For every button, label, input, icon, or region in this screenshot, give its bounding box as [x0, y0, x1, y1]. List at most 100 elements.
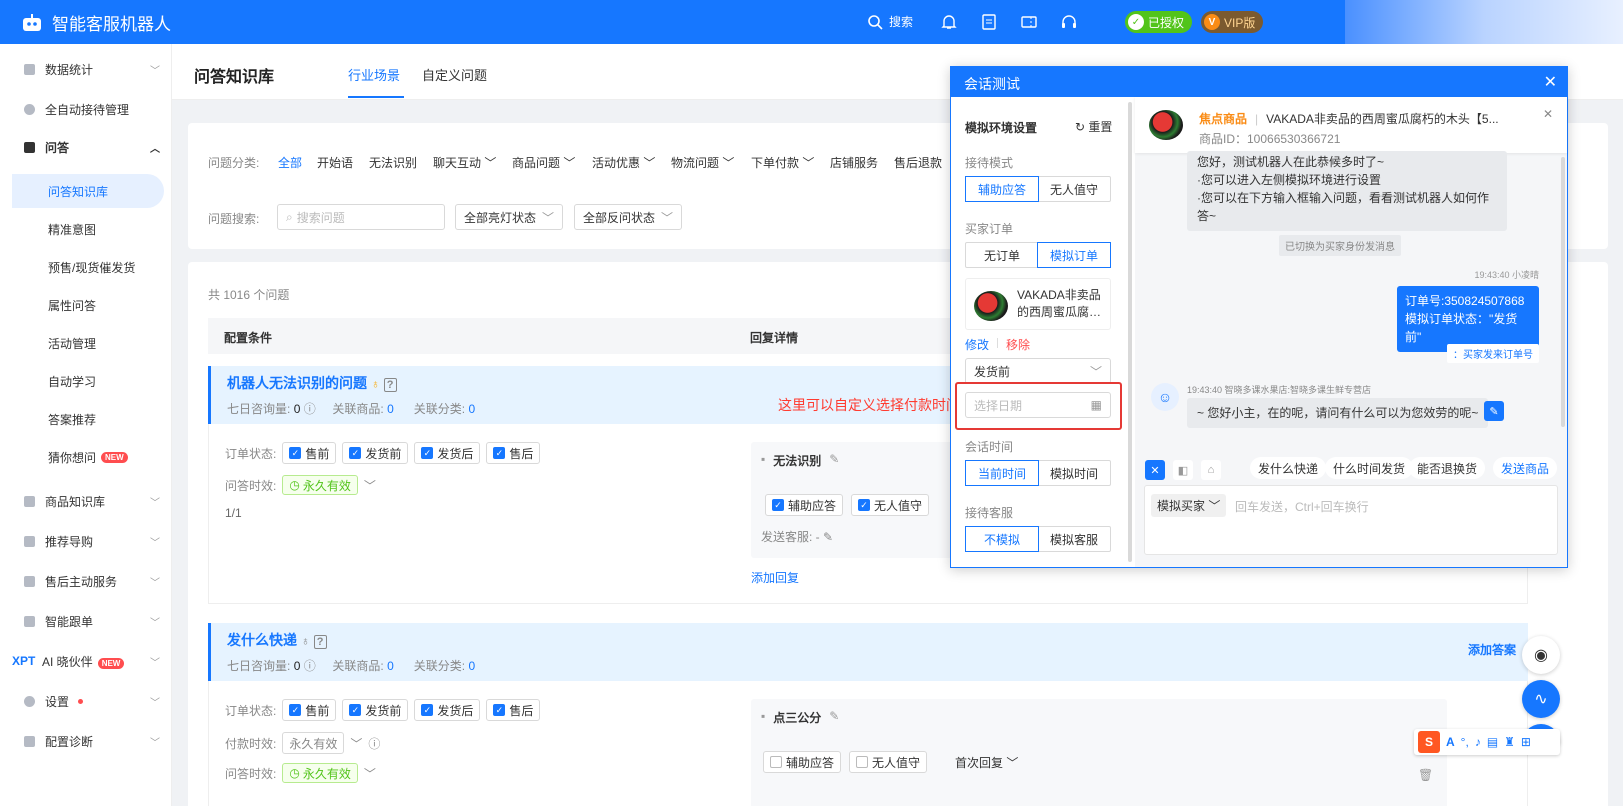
remove-link[interactable]: 移除: [1006, 336, 1030, 353]
quick-question-chip[interactable]: 发什么快递: [1250, 457, 1327, 479]
tip-button[interactable]: ◉: [1522, 636, 1560, 674]
sidebar-item-qa[interactable]: 问答 ︿: [0, 130, 172, 164]
close-icon[interactable]: ✕: [1145, 460, 1165, 480]
modify-link[interactable]: 修改: [965, 336, 989, 353]
status-preship-checkbox[interactable]: ✓ 发货前: [342, 442, 409, 464]
mic-icon[interactable]: ♪: [1475, 735, 1481, 749]
time-simulate[interactable]: 模拟时间: [1038, 461, 1110, 485]
sidebar-sub-qa-kb[interactable]: 问答知识库: [12, 174, 164, 208]
gamepad-icon[interactable]: ⊞: [1521, 735, 1531, 749]
top-search-button[interactable]: 搜索: [867, 13, 913, 30]
pulse-button[interactable]: ∿: [1522, 680, 1560, 718]
document-icon[interactable]: [980, 13, 998, 31]
sidebar-item-aftersale[interactable]: 售后主动服务 ﹀: [0, 564, 172, 598]
assist-checkbox[interactable]: ✓ 辅助应答: [765, 494, 844, 516]
sidebar-item-diagnose[interactable]: 配置诊断 ﹀: [0, 724, 172, 758]
chat-scrollbar[interactable]: [1561, 157, 1565, 427]
send-product-chip[interactable]: 发送商品: [1493, 457, 1558, 479]
service-none[interactable]: 不模拟: [965, 526, 1039, 552]
chat-input[interactable]: 回车发送，Ctrl+回车换行: [1235, 498, 1369, 515]
keyboard-icon[interactable]: ▤: [1487, 735, 1498, 749]
status-shipped-checkbox[interactable]: ✓ 发货后: [414, 442, 481, 464]
category-all[interactable]: 全部: [278, 154, 302, 171]
category-refund[interactable]: 售后退款: [894, 154, 942, 171]
status-presale-checkbox[interactable]: ✓ 售前: [282, 699, 337, 721]
bell-icon[interactable]: [940, 13, 958, 31]
sidebar-sub-intent[interactable]: 精准意图: [12, 212, 164, 246]
sidebar-item-guide[interactable]: 推荐导购 ﹀: [0, 524, 172, 558]
time-current[interactable]: 当前时间: [965, 460, 1039, 486]
qa-title[interactable]: 机器人无法识别的问题 ♁ ?: [227, 373, 397, 393]
status-aftersale-checkbox[interactable]: ✓ 售后: [486, 442, 541, 464]
mode-assist[interactable]: 辅助应答: [965, 176, 1039, 202]
chevron-down-icon[interactable]: ﹀: [364, 477, 376, 494]
headset-icon[interactable]: [1060, 13, 1078, 31]
category-store[interactable]: 店铺服务: [830, 154, 878, 171]
light-status-select[interactable]: 全部亮灯状态 ﹀: [455, 204, 563, 230]
sidebar-item-goods-kb[interactable]: 商品知识库 ﹀: [0, 484, 172, 518]
buyer-select[interactable]: 模拟买家 ﹀: [1151, 494, 1227, 517]
sidebar-sub-attr[interactable]: 属性问答: [12, 288, 164, 322]
category-payment[interactable]: 下单付款 ﹀: [751, 154, 814, 171]
quick-question-chip[interactable]: 能否退换货: [1409, 457, 1486, 479]
user-area[interactable]: [1345, 0, 1623, 44]
sidebar-item-stats[interactable]: 数据统计 ﹀: [0, 52, 172, 86]
ime-toolbar[interactable]: S A °, ♪ ▤ ♜ ⊞: [1414, 729, 1560, 755]
chevron-down-icon[interactable]: ﹀: [364, 765, 376, 782]
tag-icon[interactable]: ◧: [1173, 460, 1193, 480]
reverse-status-select[interactable]: 全部反问状态 ﹀: [574, 204, 682, 230]
ticket-icon[interactable]: [1020, 13, 1038, 31]
sidebar-sub-activity[interactable]: 活动管理: [12, 326, 164, 360]
chat-input-area[interactable]: 模拟买家 ﹀ 回车发送，Ctrl+回车换行: [1144, 485, 1558, 555]
category-unrecognized[interactable]: 无法识别: [369, 154, 417, 171]
edit-icon[interactable]: ✎: [1484, 401, 1504, 421]
quick-question-chip[interactable]: 什么时间发货: [1325, 457, 1414, 479]
status-presale-checkbox[interactable]: ✓ 售前: [282, 442, 337, 464]
tab-custom[interactable]: 自定义问题: [422, 65, 487, 84]
sidebar-item-settings[interactable]: 设置 ﹀: [0, 684, 172, 718]
question-search-input[interactable]: ⌕ 搜索问题: [277, 204, 445, 230]
edit-icon[interactable]: ✎: [829, 709, 839, 726]
status-aftersale-checkbox[interactable]: ✓ 售后: [486, 699, 541, 721]
robot-icon[interactable]: ⌂: [1201, 460, 1221, 480]
assist-checkbox[interactable]: 辅助应答: [763, 751, 842, 773]
sidebar-sub-presale[interactable]: 预售/现货催发货: [12, 250, 164, 284]
category-chat[interactable]: 聊天互动 ﹀: [433, 154, 496, 171]
close-icon[interactable]: ✕: [1543, 107, 1553, 121]
product-card[interactable]: VAKADA非卖品的西周蜜瓜腐…: [965, 278, 1111, 330]
tab-industry[interactable]: 行业场景: [348, 65, 400, 84]
scrollbar[interactable]: [1128, 102, 1132, 562]
mode-unattended[interactable]: 无人值守: [1038, 177, 1110, 201]
close-icon[interactable]: ✕: [1544, 72, 1557, 92]
add-answer-link[interactable]: 添加答案: [1468, 641, 1516, 658]
category-opening[interactable]: 开始语: [317, 154, 353, 171]
shirt-icon[interactable]: ♜: [1504, 735, 1515, 749]
reset-button[interactable]: ↻ 重置: [1075, 118, 1112, 135]
sidebar-item-followup[interactable]: 智能跟单 ﹀: [0, 604, 172, 638]
category-goods[interactable]: 商品问题 ﹀: [512, 154, 575, 171]
order-simulate[interactable]: 模拟订单: [1037, 242, 1111, 268]
sidebar-sub-recommend[interactable]: 答案推荐: [12, 402, 164, 436]
ime-mode[interactable]: A: [1446, 735, 1455, 749]
punct-icon[interactable]: °,: [1461, 735, 1469, 749]
delete-icon[interactable]: 🗑: [1418, 768, 1433, 782]
category-logistics[interactable]: 物流问题 ﹀: [671, 154, 734, 171]
validity-tag[interactable]: ◷ 永久有效: [282, 475, 358, 495]
validity-tag[interactable]: ◷ 永久有效: [282, 763, 358, 783]
order-none[interactable]: 无订单: [966, 243, 1038, 267]
sidebar-item-ai-partner[interactable]: XPT AI 晓伙伴 NEW ﹀: [0, 644, 172, 678]
first-reply-select[interactable]: 首次回复 ﹀: [955, 754, 1018, 771]
service-simulate[interactable]: 模拟客服: [1038, 527, 1110, 551]
sidebar-sub-guess[interactable]: 猜你想问 NEW: [12, 440, 164, 474]
status-shipped-checkbox[interactable]: ✓ 发货后: [414, 699, 481, 721]
status-preship-checkbox[interactable]: ✓ 发货前: [342, 699, 409, 721]
edit-icon[interactable]: ✎: [829, 452, 839, 469]
sidebar-item-auto-reception[interactable]: 全自动接待管理: [0, 92, 172, 126]
sidebar-sub-learn[interactable]: 自动学习: [12, 364, 164, 398]
edit-icon[interactable]: ✎: [823, 530, 833, 544]
chevron-down-icon[interactable]: ﹀: [350, 735, 362, 752]
unattended-checkbox[interactable]: ✓ 无人值守: [851, 494, 930, 516]
unattended-checkbox[interactable]: 无人值守: [849, 751, 928, 773]
qa-title[interactable]: 发什么快递 ♁ ?: [227, 630, 327, 650]
add-reply-link[interactable]: 添加回复: [751, 569, 799, 586]
